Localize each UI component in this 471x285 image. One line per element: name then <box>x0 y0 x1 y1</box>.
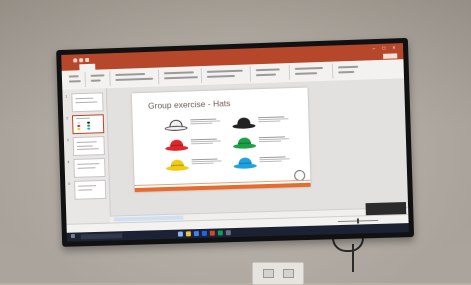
outlet-socket <box>263 269 274 278</box>
settings-icon[interactable] <box>226 230 231 235</box>
designer-group[interactable] <box>292 64 334 80</box>
slide-title: Group exercise - Hats <box>148 98 231 111</box>
thumbnail-number: 5 <box>68 182 70 186</box>
green-hat-icon <box>233 137 256 149</box>
mail-icon[interactable] <box>202 231 207 236</box>
file-explorer-icon[interactable] <box>186 231 191 236</box>
slide-thumbnail[interactable]: 1 <box>71 92 103 112</box>
start-icon[interactable]: ⊞ <box>71 235 76 240</box>
clipboard-group[interactable] <box>65 72 86 88</box>
font-group[interactable] <box>112 70 159 87</box>
task-view-icon[interactable] <box>178 231 183 236</box>
hanging-cable <box>352 244 354 272</box>
slide-thumbnail[interactable]: 4 <box>73 158 105 178</box>
undo-icon[interactable] <box>79 58 83 62</box>
search-icon[interactable] <box>81 233 123 239</box>
zoom-slider-knob[interactable] <box>357 218 359 223</box>
yellow-hat-description <box>192 157 230 165</box>
white-hat-description <box>190 117 228 125</box>
slide-thumbnail[interactable]: 3 <box>73 136 105 156</box>
wall-mounted-tv: –□× 1 2 <box>56 38 414 247</box>
thumbnail-number: 2 <box>66 116 68 120</box>
editor-area: 1 2 3 4 5 <box>62 78 408 225</box>
notification-toast[interactable] <box>366 202 407 215</box>
green-hat-description <box>259 135 297 143</box>
blue-hat-icon <box>233 157 256 169</box>
thumbnail-number: 3 <box>67 138 69 142</box>
thumbnail-number: 4 <box>67 160 69 164</box>
teams-icon[interactable] <box>218 230 223 235</box>
white-hat-icon <box>164 119 187 131</box>
powerpoint-icon[interactable] <box>210 231 215 236</box>
current-slide[interactable]: Group exercise - Hats <box>132 88 311 192</box>
thumbnail-number: 1 <box>65 95 67 99</box>
editing-group[interactable] <box>253 65 291 81</box>
slide-thumbnails-pane: 1 2 3 4 5 <box>62 88 111 225</box>
slide-thumbnail-selected[interactable]: 2 <box>72 114 104 134</box>
paragraph-group[interactable] <box>161 68 202 84</box>
save-icon[interactable] <box>73 58 77 62</box>
share-button[interactable] <box>383 53 397 59</box>
voice-group[interactable] <box>335 61 396 78</box>
slide-thumbnail[interactable]: 5 <box>74 180 106 200</box>
red-hat-description <box>191 137 229 145</box>
red-hat-icon <box>165 139 188 151</box>
power-outlet <box>252 262 304 285</box>
slides-group[interactable] <box>87 71 110 87</box>
tv-screen: –□× 1 2 <box>61 43 409 242</box>
yellow-hat-icon <box>166 159 189 171</box>
edge-icon[interactable] <box>194 231 199 236</box>
quick-access-toolbar[interactable] <box>73 55 103 61</box>
drawing-group[interactable] <box>204 66 251 83</box>
blue-hat-description <box>259 155 297 163</box>
black-hat-icon <box>232 117 255 129</box>
outlet-socket <box>283 269 294 278</box>
redo-icon[interactable] <box>85 58 89 62</box>
black-hat-description <box>258 115 296 123</box>
